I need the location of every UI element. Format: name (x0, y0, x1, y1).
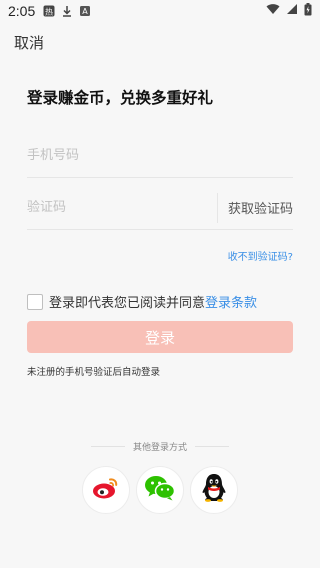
get-code-button[interactable]: 获取验证码 (228, 198, 293, 217)
download-icon (61, 5, 73, 17)
verification-code-input[interactable] (27, 200, 212, 215)
svg-text:A: A (83, 7, 89, 16)
agreement-text: 登录即代表您已阅读并同意 (49, 296, 206, 311)
cancel-button[interactable]: 取消 (14, 32, 44, 53)
code-field: 获取验证码 (27, 186, 293, 230)
hot-news-icon: 热 (43, 5, 55, 17)
qq-login-button[interactable] (190, 466, 238, 514)
auto-register-hint: 未注册的手机号验证后自动登录 (27, 367, 161, 378)
wifi-icon (266, 3, 280, 19)
wechat-icon (144, 474, 176, 506)
terms-link[interactable]: 登录条款 (205, 292, 257, 311)
qq-icon (201, 473, 227, 507)
status-bar: 2:05 热 A (0, 0, 320, 22)
wechat-login-button[interactable] (136, 466, 184, 514)
page-title: 登录赚金币，兑换多重好礼 (27, 89, 214, 107)
login-button[interactable]: 登录 (27, 321, 293, 353)
svg-text:热: 热 (45, 6, 53, 16)
other-login-title: 其他登录方式 (0, 440, 320, 453)
agreement-row: 登录即代表您已阅读并同意 登录条款 (27, 292, 257, 311)
signal-icon (286, 3, 298, 19)
no-code-link[interactable]: 收不到验证码? (228, 248, 293, 263)
agreement-checkbox[interactable] (27, 293, 43, 310)
status-time: 2:05 (8, 3, 36, 19)
phone-input[interactable] (27, 148, 293, 163)
divider-line (195, 446, 229, 447)
phone-field (27, 134, 293, 178)
weibo-login-button[interactable] (82, 466, 130, 514)
field-divider (217, 192, 218, 223)
social-login-list (0, 466, 320, 514)
divider-line (90, 446, 125, 447)
battery-icon (304, 2, 312, 20)
weibo-icon (91, 475, 121, 505)
a-icon: A (79, 5, 91, 17)
other-login-label: 其他登录方式 (132, 443, 187, 453)
